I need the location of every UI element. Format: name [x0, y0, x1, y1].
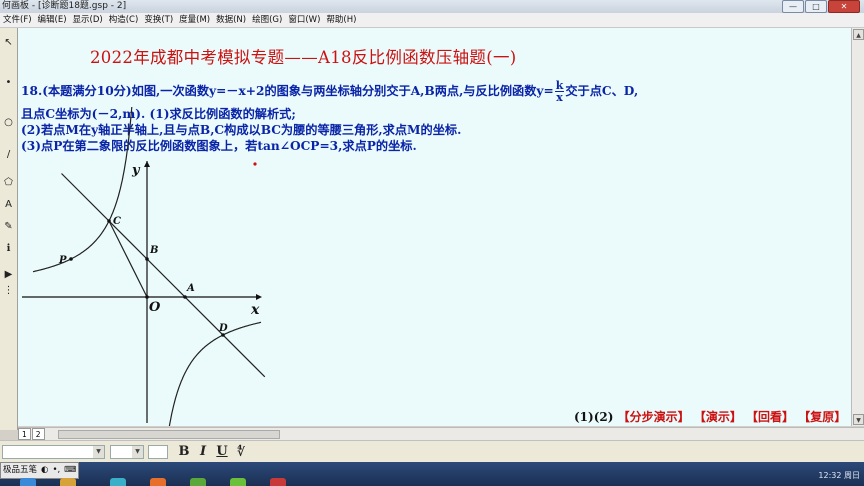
- scroll-up-arrow-icon[interactable]: ▲: [853, 29, 864, 40]
- more-tools-icon[interactable]: ⋮: [2, 284, 15, 297]
- sketch-canvas[interactable]: 2022年成都中考模拟专题——A18反比例函数压轴题(一) 18.(本题满分10…: [18, 28, 851, 426]
- x-axis-label: x: [250, 302, 260, 318]
- hyperbola-branch-second-quadrant[interactable]: [32, 106, 133, 273]
- step-demo-button[interactable]: 【分步演示】: [618, 410, 690, 424]
- origin-point[interactable]: [145, 295, 149, 299]
- reset-button[interactable]: 【复原】: [798, 410, 846, 424]
- point-p-label: P: [58, 255, 67, 266]
- coordinate-graph: x y O A B C D P: [22, 106, 266, 426]
- y-axis-label: y: [131, 163, 141, 178]
- menu-display[interactable]: 显示(D): [70, 13, 106, 27]
- bold-button[interactable]: B: [176, 444, 192, 460]
- taskbar-app-icon[interactable]: [230, 478, 246, 486]
- page-tab-1[interactable]: 1: [18, 428, 31, 440]
- straightedge-tool-icon[interactable]: /: [2, 148, 15, 161]
- font-size-select[interactable]: ▼: [110, 445, 144, 459]
- taskbar-app-icon[interactable]: [60, 478, 76, 486]
- point-p[interactable]: [69, 257, 73, 261]
- arrow-select-icon[interactable]: ↖: [2, 36, 15, 49]
- menu-graph[interactable]: 绘图(G): [249, 13, 285, 27]
- y-axis-arrow: [144, 161, 150, 167]
- demo-part-label: (1)(2): [574, 410, 614, 424]
- toolbox: ↖ • ○ / ⬠ A ✎ ℹ ▶ ⋮: [0, 28, 18, 430]
- taskbar-app-icon[interactable]: [270, 478, 286, 486]
- horizontal-scrollbar[interactable]: 1 2: [18, 427, 864, 440]
- system-clock: 12:32 周日: [818, 471, 860, 480]
- demo-button[interactable]: 【演示】: [694, 410, 742, 424]
- polygon-tool-icon[interactable]: ⬠: [2, 176, 15, 189]
- point-d-label: D: [218, 323, 228, 334]
- menu-construct[interactable]: 构造(C): [106, 13, 142, 27]
- taskbar-app-icon[interactable]: [110, 478, 126, 486]
- menu-edit[interactable]: 编辑(E): [35, 13, 70, 27]
- menu-file[interactable]: 文件(F): [0, 13, 35, 27]
- window-title: 何画板 - [诊断题18题.gsp - 2]: [2, 1, 127, 11]
- menu-window[interactable]: 窗口(W): [285, 13, 323, 27]
- font-family-select[interactable]: ▼: [2, 445, 105, 459]
- point-tool-icon[interactable]: •: [2, 76, 15, 89]
- point-a-label: A: [186, 283, 195, 294]
- axes: [22, 161, 262, 423]
- ime-toolbar: 极品五笔 ◐ •, ⌨: [0, 462, 80, 479]
- color-select[interactable]: [148, 445, 168, 459]
- chevron-down-icon: ▼: [93, 446, 104, 458]
- review-button[interactable]: 【回看】: [746, 410, 794, 424]
- scroll-down-arrow-icon[interactable]: ▼: [853, 414, 864, 425]
- window-title-bar: 何画板 - [诊断题18题.gsp - 2] — □ ✕: [0, 0, 864, 13]
- taskbar-app-icon[interactable]: [150, 478, 166, 486]
- page-tabs: 1 2: [18, 428, 46, 440]
- menu-measure[interactable]: 度量(M): [176, 13, 213, 27]
- segment-origin-to-c[interactable]: [108, 220, 148, 298]
- point-a[interactable]: [183, 295, 187, 299]
- window-controls: — □ ✕: [782, 0, 860, 13]
- stray-red-point[interactable]: [253, 162, 257, 166]
- page-tab-2[interactable]: 2: [31, 428, 45, 440]
- taskbar: 极品五笔 ◐ •, ⌨ 12:32 周日: [0, 462, 864, 486]
- text-tool-icon[interactable]: A: [2, 198, 15, 211]
- point-b-label: B: [149, 245, 158, 256]
- origin-label: O: [149, 300, 161, 315]
- menu-help[interactable]: 帮助(H): [323, 13, 359, 27]
- info-tool-icon[interactable]: ℹ: [2, 242, 15, 255]
- point-c-label: C: [113, 216, 121, 227]
- maximize-button[interactable]: □: [805, 0, 827, 13]
- hyperbola-branch-fourth-quadrant[interactable]: [162, 321, 262, 426]
- menu-bar: 文件(F) 编辑(E) 显示(D) 构造(C) 变换(T) 度量(M) 数据(N…: [0, 13, 864, 28]
- point-c[interactable]: [107, 219, 111, 223]
- keyboard-icon[interactable]: ⌨: [62, 463, 78, 478]
- custom-tool-icon[interactable]: ▶: [2, 268, 15, 281]
- point-b[interactable]: [145, 257, 149, 261]
- text-format-toolbar: ▼ ▼ B I U ∜: [0, 440, 864, 463]
- menu-transform[interactable]: 变换(T): [141, 13, 176, 27]
- demo-controls: (1)(2) 【分步演示】 【演示】 【回看】 【复原】: [574, 408, 846, 425]
- taskbar-app-icon[interactable]: [20, 478, 36, 486]
- half-moon-icon[interactable]: ◐: [39, 463, 50, 478]
- vertical-scrollbar[interactable]: ▲ ▼: [851, 28, 864, 426]
- compass-tool-icon[interactable]: ○: [2, 116, 15, 129]
- taskbar-app-icon[interactable]: [190, 478, 206, 486]
- minimize-button[interactable]: —: [782, 0, 804, 13]
- underline-button[interactable]: U: [214, 444, 230, 460]
- scroll-thumb[interactable]: [58, 430, 280, 439]
- marker-tool-icon[interactable]: ✎: [2, 220, 15, 233]
- chevron-down-icon: ▼: [132, 446, 143, 458]
- x-axis-arrow: [256, 294, 262, 300]
- italic-button[interactable]: I: [195, 444, 211, 460]
- math-format-icon[interactable]: ∜: [233, 444, 249, 460]
- punctuation-icon[interactable]: •,: [50, 463, 62, 478]
- close-button[interactable]: ✕: [828, 0, 860, 13]
- ime-label[interactable]: 极品五笔: [1, 463, 39, 478]
- line-y-eq-neg-x-plus-2[interactable]: [61, 173, 266, 378]
- menu-data[interactable]: 数据(N): [213, 13, 249, 27]
